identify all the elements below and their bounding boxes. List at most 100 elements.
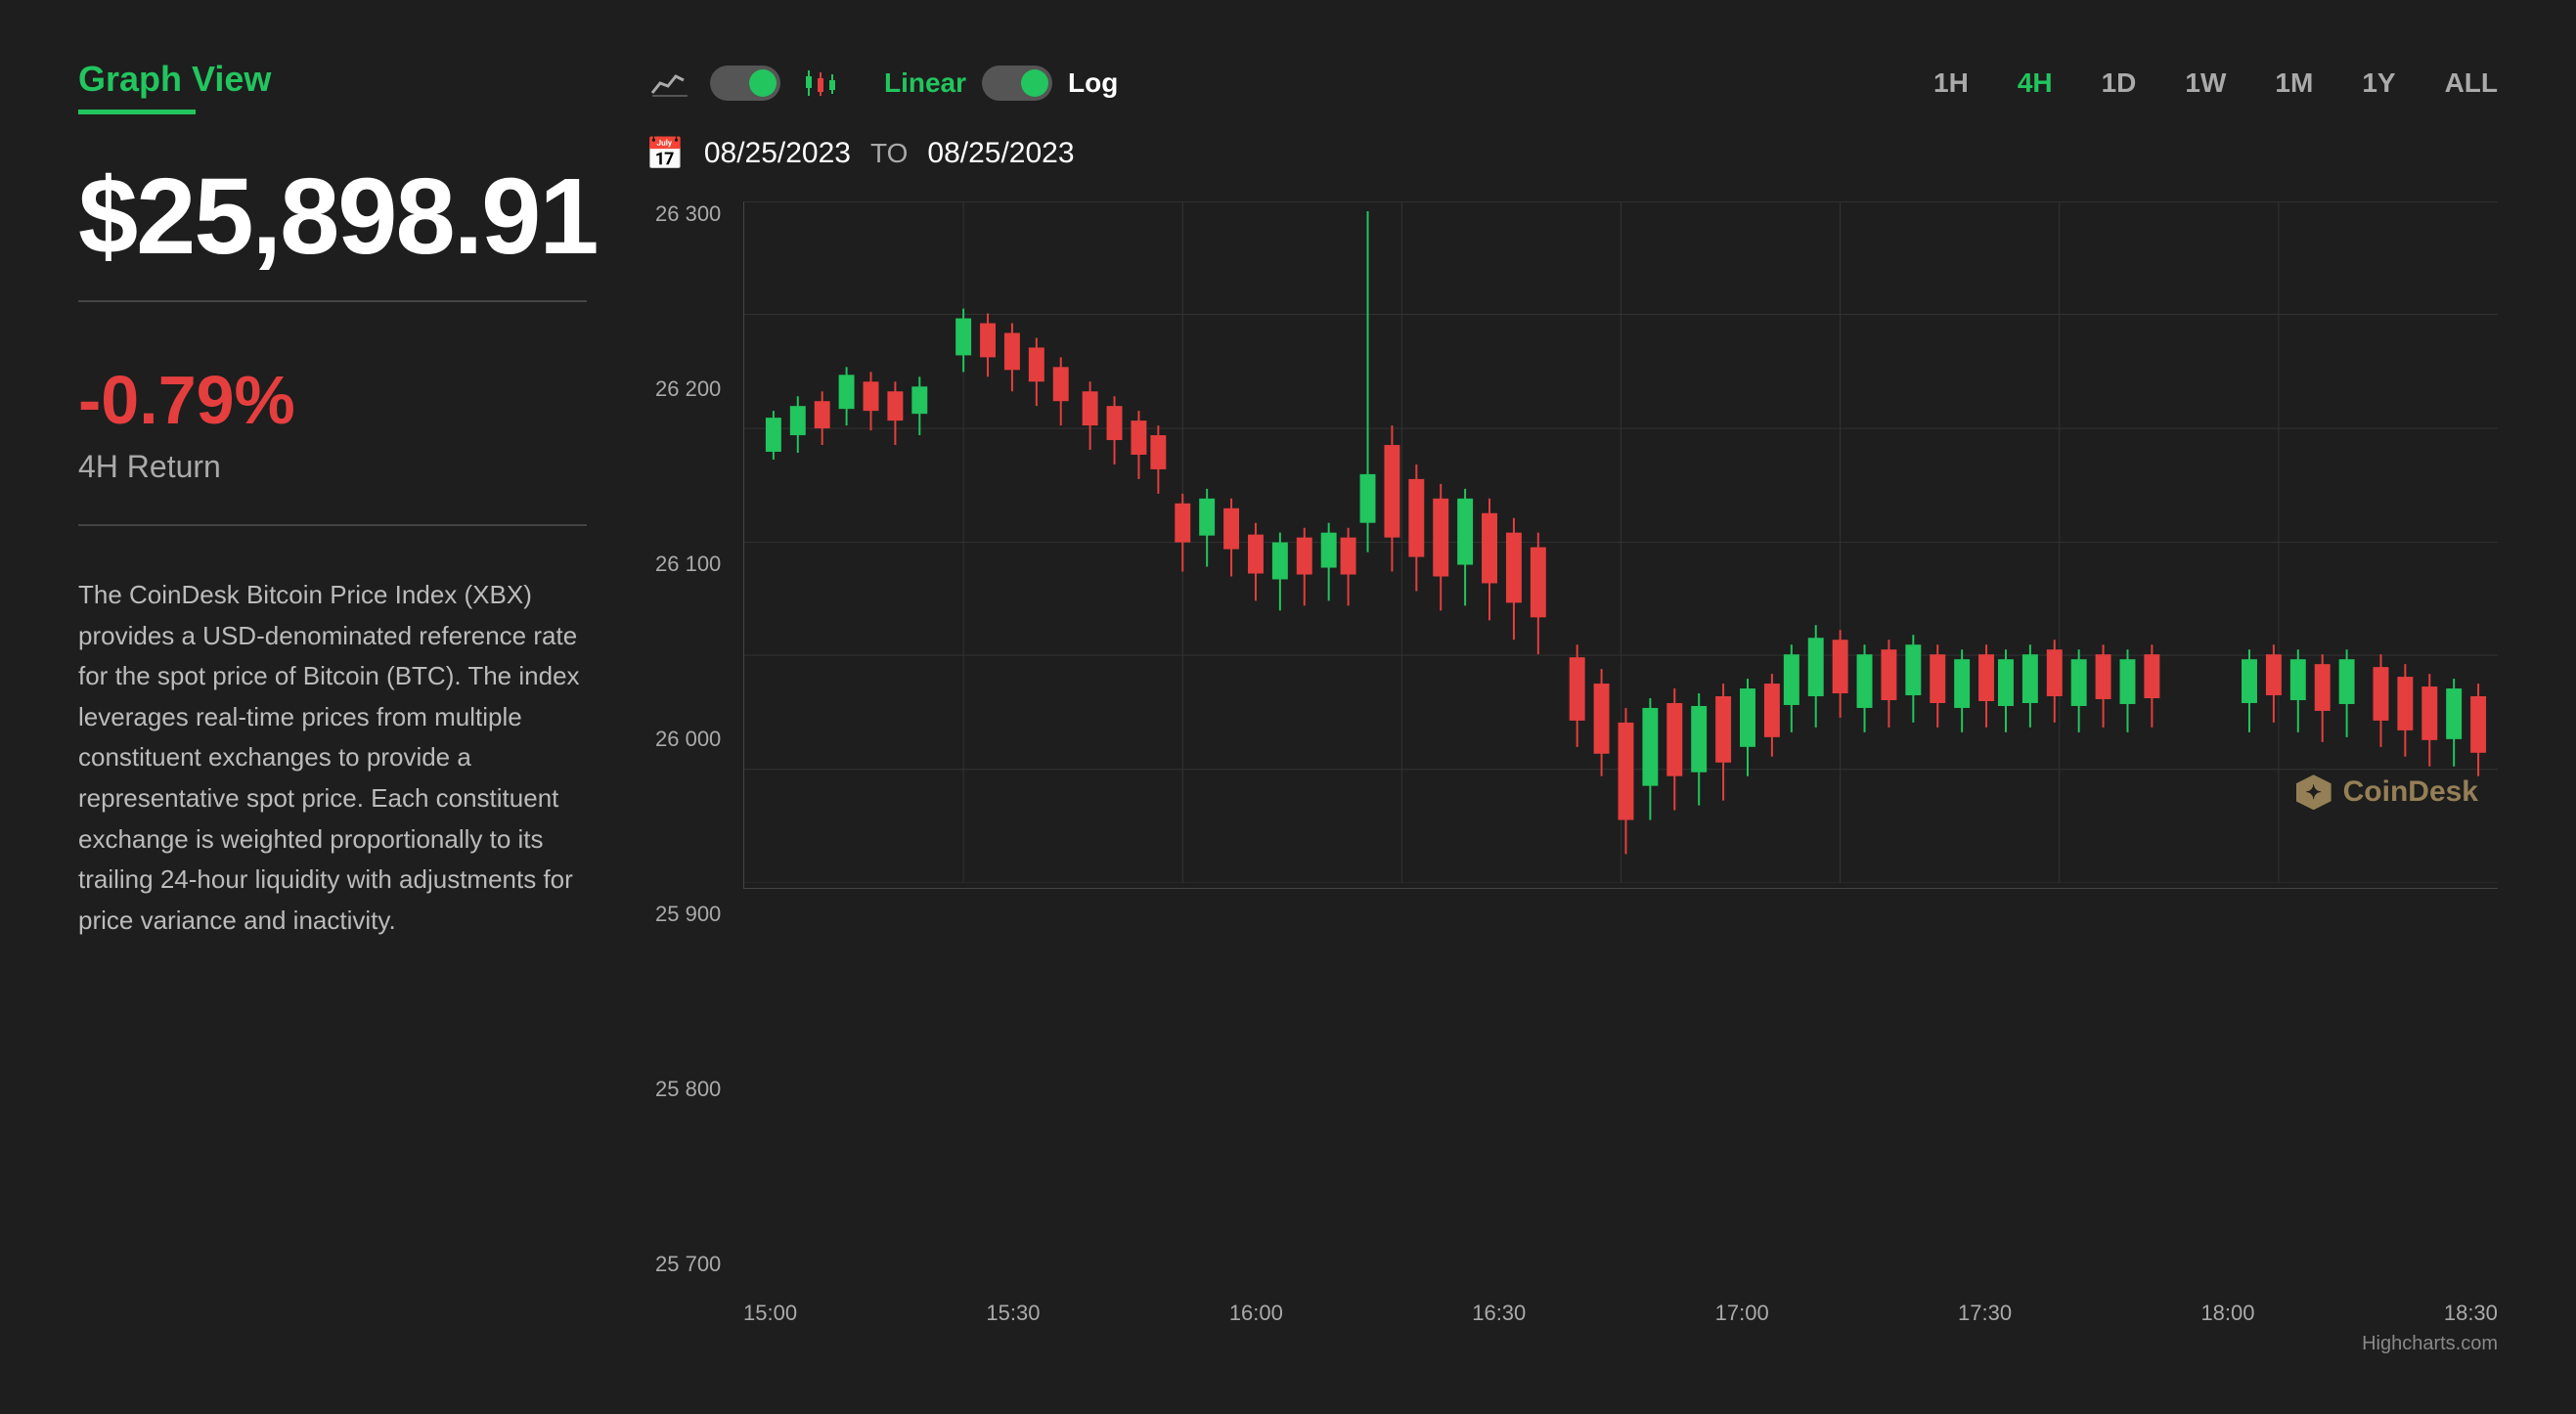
candle-37	[2096, 644, 2111, 728]
chart-type-toggle[interactable]	[710, 66, 780, 101]
candle-18	[1384, 425, 1399, 571]
y-label-4: 25 900	[655, 902, 721, 927]
candle-25	[1594, 669, 1610, 776]
x-label-1630: 16:30	[1472, 1301, 1526, 1326]
graph-view-label: Graph View	[78, 59, 587, 100]
candle-33	[1905, 635, 1921, 723]
x-axis-labels: 15:00 15:30 16:00 16:30 17:00 17:30 18:0…	[743, 1301, 2498, 1326]
toggle-thumb	[749, 69, 777, 97]
date-from: 08/25/2023	[704, 137, 851, 170]
x-label-1500: 15:00	[743, 1301, 797, 1326]
x-label-1830: 18:30	[2444, 1301, 2498, 1326]
candle-31	[1857, 644, 1873, 732]
candle-48	[2446, 679, 2462, 767]
y-label-0: 26 300	[655, 201, 721, 227]
candle-5	[864, 372, 879, 430]
coindesk-icon: ✦	[2296, 774, 2332, 810]
candle-34	[2022, 644, 2038, 728]
left-panel: Graph View $25,898.91 -0.79% 4H Return T…	[78, 59, 587, 1355]
candle-21	[1457, 489, 1473, 606]
candle-41	[2266, 644, 2282, 723]
chart-container: 26 300 26 200 26 100 26 000 25 900 25 80…	[743, 201, 2498, 1277]
right-panel: Linear Log 1H 4H 1D 1W 1M 1Y ALL 📅	[645, 59, 2498, 1355]
candle-20	[1433, 484, 1448, 610]
tf-1d[interactable]: 1D	[2102, 62, 2137, 105]
y-label-1: 26 200	[655, 376, 721, 402]
candle-35	[2047, 640, 2063, 723]
coindesk-logo: ✦ CoinDesk	[2296, 774, 2478, 810]
tf-1m[interactable]: 1M	[2275, 62, 2313, 105]
candle-40	[2242, 649, 2257, 732]
y-label-2: 26 100	[655, 552, 721, 577]
coindesk-logo-text: CoinDesk	[2343, 775, 2478, 809]
x-label-1730: 17:30	[1958, 1301, 2012, 1326]
candle-9	[980, 314, 996, 377]
candle-8	[955, 309, 971, 373]
candle-49	[2470, 684, 2486, 776]
linear-log-toggle[interactable]	[982, 66, 1052, 101]
candle-10	[1004, 324, 1020, 392]
x-label-1600: 16:00	[1229, 1301, 1283, 1326]
candle-30	[1833, 630, 1848, 718]
timeframe-row: 1H 4H 1D 1W 1M 1Y ALL	[1933, 62, 2498, 105]
calendar-icon: 📅	[645, 135, 685, 172]
candle-11	[1029, 337, 1044, 406]
candle-1	[766, 411, 781, 460]
candle-39	[2144, 644, 2159, 728]
candle-26-low	[1619, 708, 1634, 854]
candle-2	[790, 396, 806, 453]
y-label-5: 25 800	[655, 1077, 721, 1102]
candle-17-spike	[1360, 211, 1376, 552]
description-text: The CoinDesk Bitcoin Price Index (XBX) p…	[78, 575, 587, 941]
candle-32	[1881, 640, 1896, 728]
candle-19	[1408, 464, 1424, 591]
linear-log-toggle-row: Linear Log	[884, 66, 1118, 101]
date-to-label: TO	[870, 138, 908, 169]
price-change: -0.79%	[78, 361, 587, 439]
price-divider	[78, 300, 587, 302]
tf-1y[interactable]: 1Y	[2362, 62, 2395, 105]
candle-6	[887, 381, 903, 445]
candle-45	[2373, 654, 2388, 747]
candle-22	[1482, 499, 1497, 621]
tf-4h[interactable]: 4H	[2018, 62, 2053, 105]
controls-row: Linear Log 1H 4H 1D 1W 1M 1Y ALL	[645, 59, 2498, 108]
tf-1h[interactable]: 1H	[1933, 62, 1969, 105]
chart-type-icons	[645, 59, 845, 108]
date-to: 08/25/2023	[927, 137, 1074, 170]
x-label-1700: 17:00	[1715, 1301, 1769, 1326]
tf-all[interactable]: ALL	[2445, 62, 2498, 105]
candle-47	[2421, 674, 2437, 767]
candle-42	[2290, 649, 2306, 732]
candle-44	[2339, 649, 2355, 737]
description-divider	[78, 524, 587, 526]
linear-label[interactable]: Linear	[884, 67, 966, 99]
linear-log-thumb	[1021, 69, 1048, 97]
candle-12	[1053, 357, 1069, 425]
graph-view-underline	[78, 110, 196, 114]
return-label: 4H Return	[78, 449, 587, 485]
candle-38	[2120, 649, 2136, 732]
chart-area[interactable]: ✦ CoinDesk	[743, 201, 2498, 889]
date-row: 📅 08/25/2023 TO 08/25/2023	[645, 135, 2498, 172]
y-label-6: 25 700	[655, 1252, 721, 1277]
candle-29	[1808, 625, 1824, 728]
candle-14	[1199, 489, 1215, 567]
candle-46	[2397, 664, 2413, 757]
candle-16	[1248, 523, 1264, 601]
candle-23	[1506, 518, 1522, 641]
candle-15	[1223, 499, 1239, 577]
price-value: $25,898.91	[78, 163, 587, 271]
chart-svg	[744, 201, 2498, 883]
y-label-3: 26 000	[655, 727, 721, 752]
candle-3	[815, 391, 830, 445]
line-chart-icon[interactable]	[645, 59, 694, 108]
candle-4	[839, 367, 855, 425]
x-label-1800: 18:00	[2200, 1301, 2254, 1326]
log-label[interactable]: Log	[1068, 67, 1118, 99]
tf-1w[interactable]: 1W	[2185, 62, 2226, 105]
candle-7	[911, 376, 927, 435]
candle-13	[1175, 494, 1190, 572]
candlestick-icon[interactable]	[796, 59, 845, 108]
highcharts-label: Highcharts.com	[2362, 1333, 2498, 1355]
